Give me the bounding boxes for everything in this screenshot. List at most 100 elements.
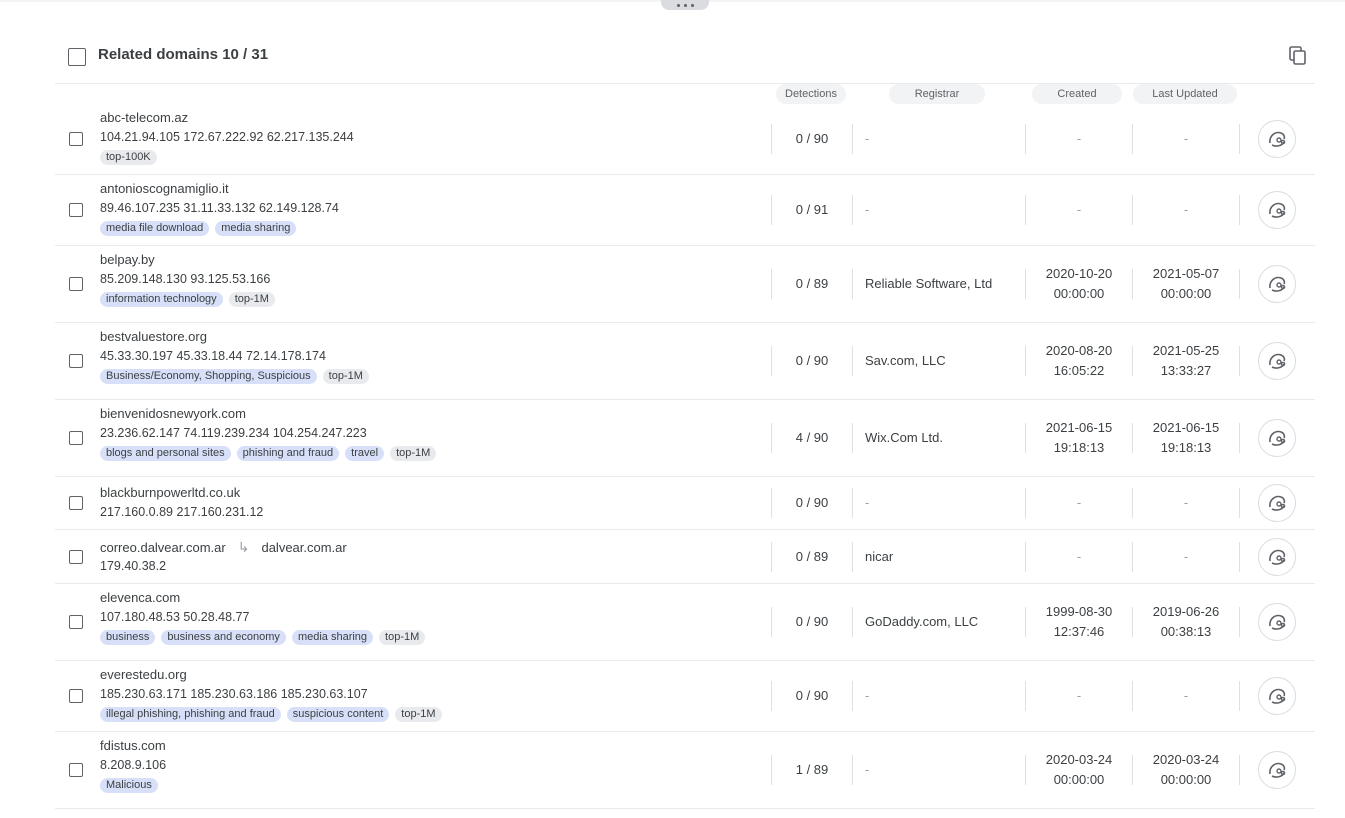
created-value: - <box>1026 686 1132 706</box>
table-row[interactable]: fdistus.com 8.208.9.106 Malicious 1 / 89 - 20… <box>55 732 1315 809</box>
open-graph-button[interactable] <box>1258 419 1296 457</box>
last-updated-value-date: - <box>1183 131 1189 146</box>
ip-addresses: 179.40.38.2 <box>100 558 167 573</box>
detections-value: 0 / 90 <box>795 495 829 510</box>
ip-addresses: 217.160.0.89 217.160.231.12 <box>100 505 264 519</box>
open-graph-button[interactable] <box>1258 677 1296 715</box>
table-row[interactable]: elevenca.com 107.180.48.53 50.28.48.77 bus… <box>55 584 1315 661</box>
column-separator <box>1239 346 1240 376</box>
registrar-value: Sav.com, LLC <box>865 353 946 368</box>
table-row[interactable]: everestedu.org 185.230.63.171 185.230.63.… <box>55 661 1315 732</box>
tag-chip[interactable]: media sharing <box>215 221 297 236</box>
table-row[interactable]: bienvenidosnewyork.com 23.236.62.147 74.1… <box>55 400 1315 477</box>
tag-chip[interactable]: illegal phishing, phishing and fraud <box>100 707 281 722</box>
tag-chip[interactable]: business and economy <box>161 630 286 645</box>
select-all-checkbox[interactable] <box>68 48 86 66</box>
registrar-value: - <box>865 131 870 146</box>
domain-link[interactable]: antonioscognamiglio.it <box>100 181 229 196</box>
graph-icon <box>1269 276 1286 292</box>
column-separator <box>852 607 853 637</box>
last-updated-value-date: - <box>1183 688 1189 703</box>
open-graph-button[interactable] <box>1258 751 1296 789</box>
last-updated-value-date: 2019-06-26 <box>1152 604 1220 619</box>
drag-handle[interactable] <box>661 0 709 10</box>
tag-list: blogs and personal sites phishing and fra… <box>100 446 437 461</box>
domain-link[interactable]: bienvenidosnewyork.com <box>100 406 246 421</box>
column-separator <box>1239 195 1240 225</box>
tag-chip[interactable]: top-100K <box>100 150 157 165</box>
table-row[interactable]: belpay.by 85.209.148.130 93.125.53.166 inf… <box>55 246 1315 323</box>
tag-chip[interactable]: top-1M <box>390 446 437 461</box>
tag-chip[interactable]: travel <box>345 446 385 461</box>
tag-chip[interactable]: information technology <box>100 292 223 307</box>
row-checkbox[interactable] <box>69 763 83 777</box>
last-updated-value: 2019-06-26 00:38:13 <box>1133 602 1239 642</box>
column-header-last-updated[interactable]: Last Updated <box>1133 84 1237 104</box>
column-header-registrar[interactable]: Registrar <box>889 84 985 104</box>
domain-cell: bestvaluestore.org <box>100 329 207 344</box>
created-value-time: 00:00:00 <box>1053 286 1105 301</box>
created-value-date: - <box>1076 548 1082 564</box>
tag-chip[interactable]: Business/Economy, Shopping, Suspicious <box>100 369 317 384</box>
row-checkbox[interactable] <box>69 496 83 510</box>
ip-addresses: 107.180.48.53 50.28.48.77 <box>100 610 250 624</box>
open-graph-button[interactable] <box>1258 120 1296 158</box>
created-value-date: - <box>1076 131 1082 146</box>
row-checkbox[interactable] <box>69 277 83 291</box>
domain-link[interactable]: correo.dalvear.com.ar <box>100 540 226 555</box>
table-row[interactable]: correo.dalvear.com.ar ↳ dalvear.com.ar 179.… <box>55 530 1315 584</box>
open-graph-button[interactable] <box>1258 484 1296 522</box>
domain-link[interactable]: blackburnpowerltd.co.uk <box>100 485 240 500</box>
domain-link[interactable]: everestedu.org <box>100 667 187 682</box>
tag-chip[interactable]: top-1M <box>322 369 369 384</box>
row-checkbox[interactable] <box>69 689 83 703</box>
registrar-value: Reliable Software, Ltd <box>865 276 993 291</box>
tag-chip[interactable]: media sharing <box>291 630 374 645</box>
tag-chip[interactable]: media file download <box>100 221 210 236</box>
domain-cell: bienvenidosnewyork.com <box>100 406 246 421</box>
column-header-created[interactable]: Created <box>1032 84 1122 104</box>
tag-chip[interactable]: business <box>100 630 156 645</box>
open-graph-button[interactable] <box>1258 342 1296 380</box>
open-graph-button[interactable] <box>1258 603 1296 641</box>
redirect-domain-link[interactable]: dalvear.com.ar <box>261 540 346 555</box>
last-updated-value: 2020-03-24 00:00:00 <box>1133 750 1239 790</box>
domain-link[interactable]: bestvaluestore.org <box>100 329 207 344</box>
ip-addresses: 104.21.94.105 172.67.222.92 62.217.135.2… <box>100 130 354 144</box>
column-separator <box>1239 269 1240 299</box>
column-header-detections[interactable]: Detections <box>776 84 846 104</box>
tag-chip[interactable]: top-1M <box>395 707 442 722</box>
tag-chip[interactable]: Malicious <box>100 778 158 793</box>
column-separator <box>852 346 853 376</box>
domain-cell: belpay.by <box>100 252 155 267</box>
last-updated-value: 2021-06-15 19:18:13 <box>1133 418 1239 458</box>
registrar-value: nicar <box>865 548 894 564</box>
tag-chip[interactable]: top-1M <box>228 292 275 307</box>
row-checkbox[interactable] <box>69 132 83 146</box>
open-graph-button[interactable] <box>1258 537 1296 576</box>
table-row[interactable]: abc-telecom.az 104.21.94.105 172.67.222.9… <box>55 104 1315 175</box>
registrar-value: - <box>865 762 870 777</box>
copy-icon[interactable] <box>1289 46 1307 66</box>
tag-chip[interactable]: suspicious content <box>286 707 390 722</box>
domain-link[interactable]: elevenca.com <box>100 590 180 605</box>
graph-icon <box>1269 614 1286 630</box>
row-checkbox[interactable] <box>69 549 83 564</box>
table-row[interactable]: antonioscognamiglio.it 89.46.107.235 31.1… <box>55 175 1315 246</box>
ip-addresses: 23.236.62.147 74.119.239.234 104.254.247… <box>100 426 367 440</box>
row-checkbox[interactable] <box>69 431 83 445</box>
domain-link[interactable]: belpay.by <box>100 252 155 267</box>
tag-chip[interactable]: phishing and fraud <box>236 446 340 461</box>
open-graph-button[interactable] <box>1258 191 1296 229</box>
table-row[interactable]: blackburnpowerltd.co.uk 217.160.0.89 217.… <box>55 477 1315 530</box>
table-row[interactable]: bestvaluestore.org 45.33.30.197 45.33.18.… <box>55 323 1315 400</box>
row-checkbox[interactable] <box>69 615 83 629</box>
row-checkbox[interactable] <box>69 354 83 368</box>
domain-link[interactable]: abc-telecom.az <box>100 110 188 125</box>
graph-icon <box>1269 762 1286 778</box>
tag-chip[interactable]: top-1M <box>379 630 426 645</box>
row-checkbox[interactable] <box>69 203 83 217</box>
domain-link[interactable]: fdistus.com <box>100 738 166 753</box>
open-graph-button[interactable] <box>1258 265 1296 303</box>
tag-chip[interactable]: blogs and personal sites <box>100 446 231 461</box>
